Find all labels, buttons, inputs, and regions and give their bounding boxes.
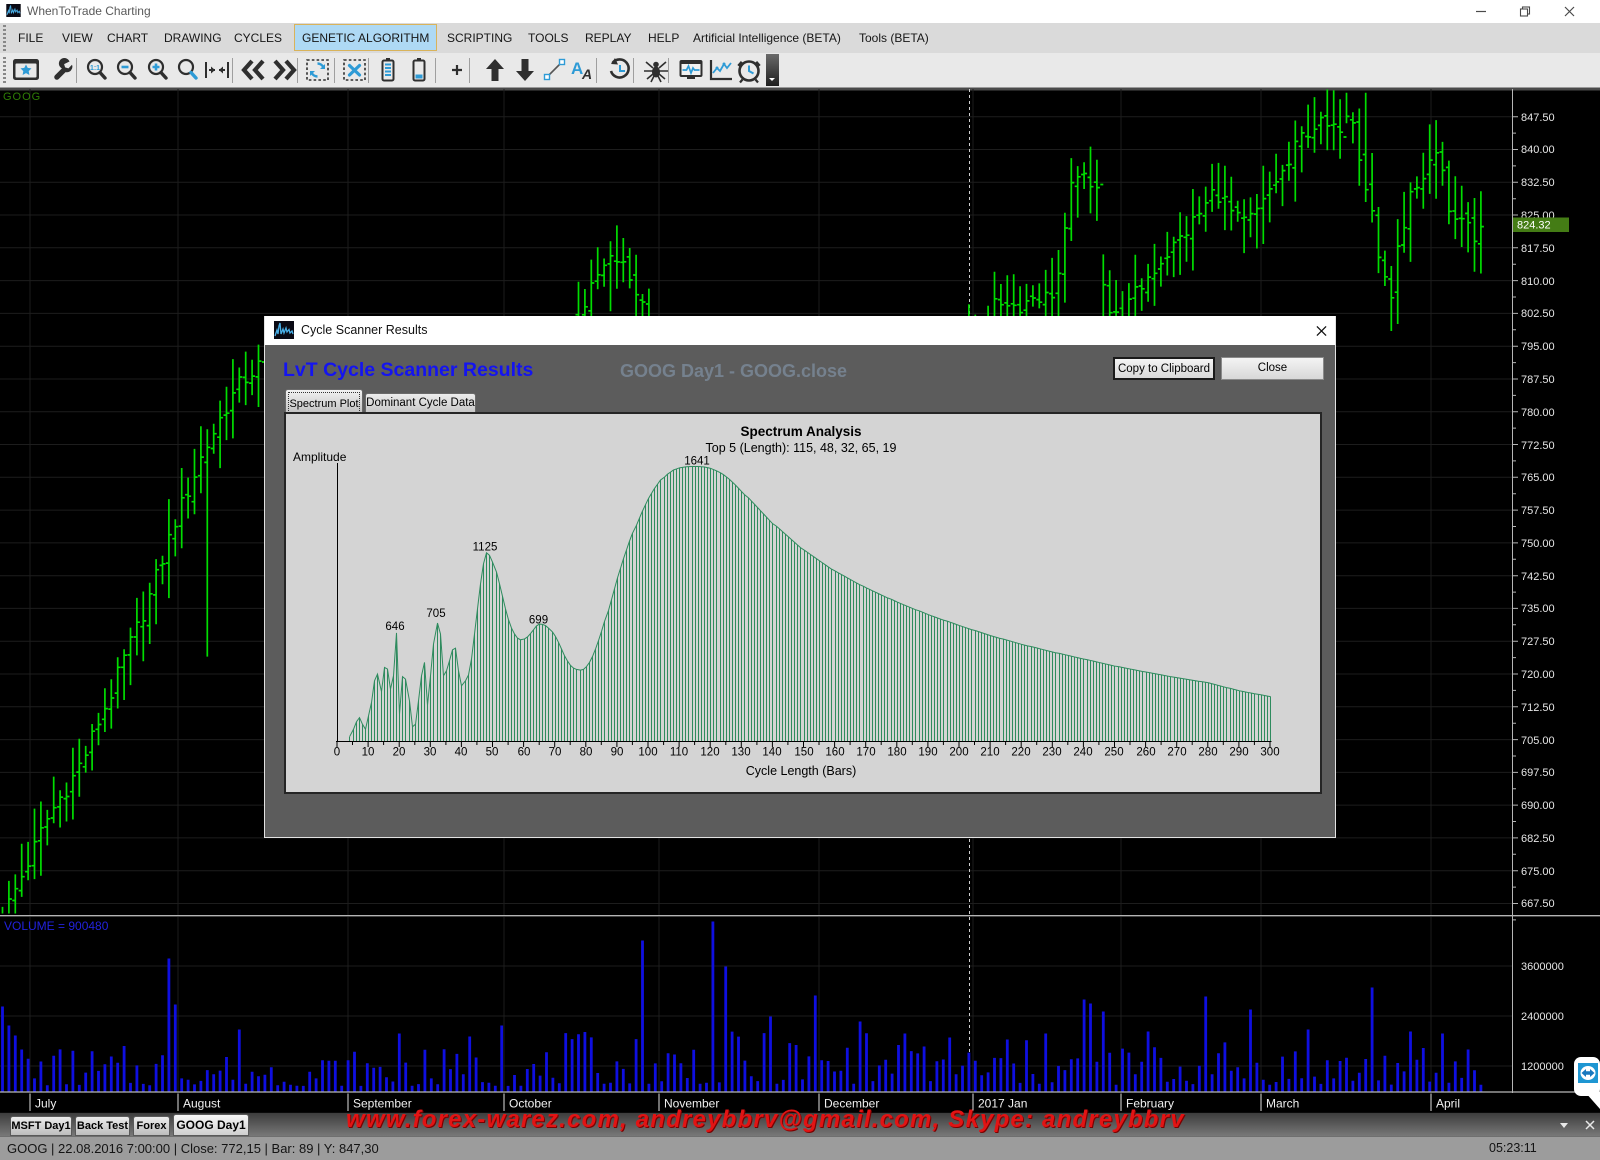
svg-text:140: 140 <box>762 747 781 759</box>
svg-text:250: 250 <box>1104 747 1123 759</box>
svg-text:802.50: 802.50 <box>1521 308 1555 320</box>
svg-text:GOOG: GOOG <box>3 91 41 103</box>
svg-text:735.00: 735.00 <box>1521 603 1555 615</box>
svg-text:240: 240 <box>1073 747 1092 759</box>
svg-text:100: 100 <box>638 747 657 759</box>
svg-text:290: 290 <box>1229 747 1248 759</box>
svg-text:727.50: 727.50 <box>1521 636 1555 648</box>
svg-text:270: 270 <box>1167 747 1186 759</box>
svg-text:750.00: 750.00 <box>1521 538 1555 550</box>
svg-text:1125: 1125 <box>473 542 498 554</box>
svg-text:220: 220 <box>1011 747 1030 759</box>
svg-text:742.50: 742.50 <box>1521 571 1555 583</box>
svg-text:300: 300 <box>1260 747 1279 759</box>
svg-text:780.00: 780.00 <box>1521 407 1555 419</box>
svg-text:80: 80 <box>580 747 593 759</box>
svg-text:70: 70 <box>549 747 562 759</box>
svg-text:772.50: 772.50 <box>1521 440 1555 452</box>
svg-text:20: 20 <box>393 747 406 759</box>
svg-text:720.00: 720.00 <box>1521 669 1555 681</box>
svg-text:90: 90 <box>611 747 624 759</box>
svg-text:230: 230 <box>1042 747 1061 759</box>
svg-text:697.50: 697.50 <box>1521 767 1555 779</box>
svg-text:712.50: 712.50 <box>1521 702 1555 714</box>
svg-text:2400000: 2400000 <box>1521 1011 1564 1023</box>
svg-text:824.32: 824.32 <box>1517 220 1551 232</box>
svg-text:Spectrum Analysis: Spectrum Analysis <box>740 424 861 439</box>
svg-text:787.50: 787.50 <box>1521 374 1555 386</box>
svg-text:120: 120 <box>700 747 719 759</box>
svg-text:Cycle Length (Bars): Cycle Length (Bars) <box>746 764 856 778</box>
svg-text:200: 200 <box>949 747 968 759</box>
svg-text:757.50: 757.50 <box>1521 505 1555 517</box>
svg-text:160: 160 <box>825 747 844 759</box>
svg-text:0: 0 <box>334 747 340 759</box>
svg-text:765.00: 765.00 <box>1521 472 1555 484</box>
svg-text:30: 30 <box>424 747 437 759</box>
svg-text:1641: 1641 <box>684 456 710 468</box>
svg-text:190: 190 <box>918 747 937 759</box>
svg-text:110: 110 <box>670 747 688 759</box>
svg-text:690.00: 690.00 <box>1521 800 1555 812</box>
svg-text:705.00: 705.00 <box>1521 735 1555 747</box>
svg-text:VOLUME = 900480: VOLUME = 900480 <box>4 919 109 933</box>
svg-text:A: A <box>581 66 592 82</box>
svg-text:682.50: 682.50 <box>1521 833 1555 845</box>
svg-text:50: 50 <box>486 747 499 759</box>
svg-text:260: 260 <box>1136 747 1155 759</box>
svg-text:795.00: 795.00 <box>1521 341 1555 353</box>
svg-text:817.50: 817.50 <box>1521 243 1555 255</box>
svg-text:170: 170 <box>856 747 875 759</box>
svg-text:60: 60 <box>518 747 531 759</box>
svg-text:150: 150 <box>794 747 813 759</box>
svg-text:Amplitude: Amplitude <box>293 450 347 464</box>
svg-text:705: 705 <box>426 608 445 620</box>
svg-text:810.00: 810.00 <box>1521 276 1555 288</box>
svg-text:July: July <box>35 1097 56 1111</box>
svg-text:August: August <box>183 1097 221 1111</box>
svg-text:180: 180 <box>887 747 906 759</box>
svg-text:280: 280 <box>1198 747 1217 759</box>
svg-text:April: April <box>1436 1097 1460 1111</box>
svg-text:Top 5 (Length): 115, 48, 32, 6: Top 5 (Length): 115, 48, 32, 65, 19 <box>706 441 897 455</box>
svg-text:832.50: 832.50 <box>1521 177 1555 189</box>
svg-text:3600000: 3600000 <box>1521 961 1564 973</box>
svg-text:675.00: 675.00 <box>1521 866 1555 878</box>
svg-text:130: 130 <box>731 747 750 759</box>
svg-text:840.00: 840.00 <box>1521 144 1555 156</box>
svg-text:667.50: 667.50 <box>1521 898 1555 910</box>
svg-text:646: 646 <box>385 621 404 633</box>
svg-text:699: 699 <box>529 615 548 627</box>
svg-text:847.50: 847.50 <box>1521 112 1555 124</box>
svg-text:10: 10 <box>362 747 375 759</box>
svg-text:1:1: 1:1 <box>90 65 100 72</box>
svg-text:40: 40 <box>455 747 468 759</box>
svg-text:March: March <box>1266 1097 1299 1111</box>
svg-text:1200000: 1200000 <box>1521 1061 1564 1073</box>
svg-text:210: 210 <box>980 747 999 759</box>
